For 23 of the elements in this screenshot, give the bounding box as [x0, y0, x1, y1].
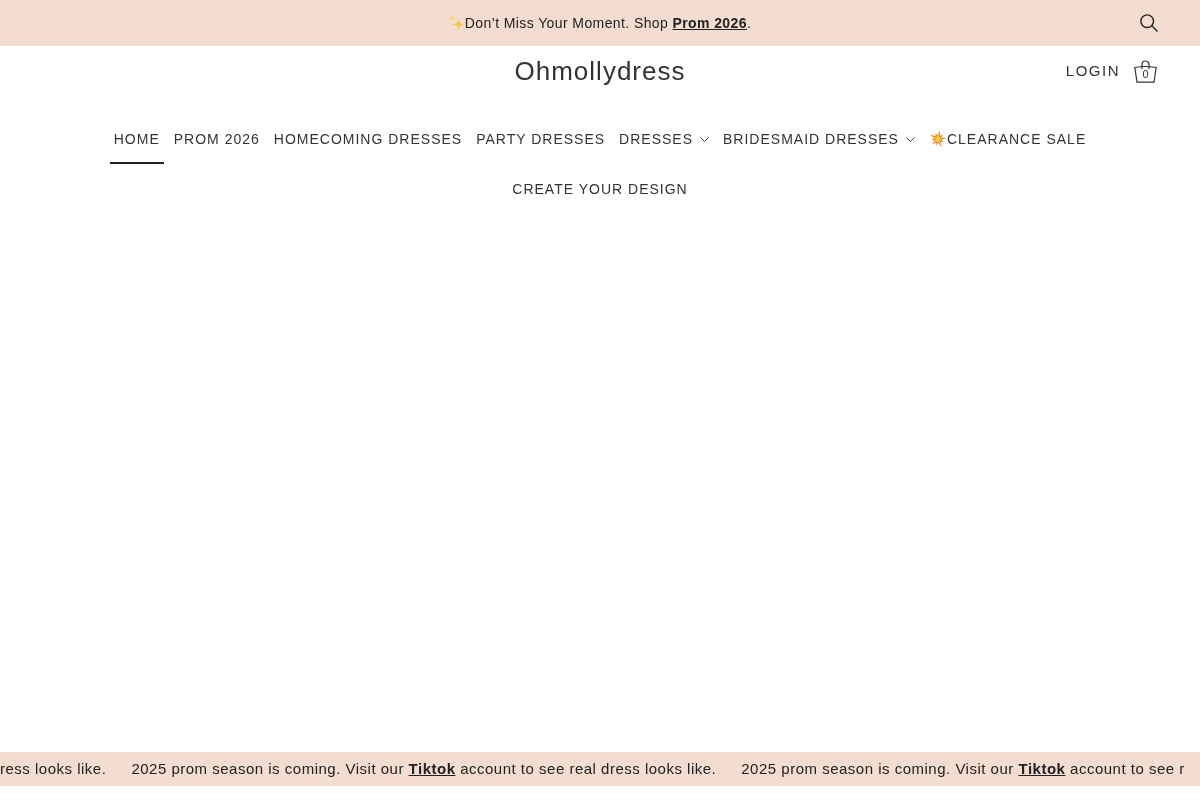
nav-link[interactable]: HOMECOMING DRESSES	[269, 114, 467, 164]
promo-message: ress looks like.	[0, 758, 107, 779]
nav-link[interactable]: BRIDESMAID DRESSES	[719, 114, 919, 164]
tiktok-link[interactable]: Tiktok	[408, 759, 456, 777]
login-link[interactable]: LOGIN	[1065, 59, 1120, 83]
sparkle-icon	[448, 15, 465, 31]
nav-link[interactable]: PARTY DRESSES	[472, 114, 610, 164]
site-logo[interactable]: Ohmollydress	[514, 51, 686, 91]
chevron-down-icon	[700, 136, 709, 142]
nav-link[interactable]: CREATE YOUR DESIGN	[508, 164, 692, 214]
nav-link[interactable]: HOME	[109, 114, 164, 164]
promo-message: 2025 prom season is coming. Visit our Tiktok account to see real dress looks like.	[131, 758, 717, 779]
burst-icon	[928, 130, 947, 148]
nav-link[interactable]: DRESSES	[615, 114, 713, 164]
prom-link[interactable]: Prom 2026	[672, 14, 747, 31]
search-button[interactable]	[1140, 14, 1158, 32]
nav-link[interactable]: CLEARANCE SALE	[924, 114, 1091, 164]
tiktok-link[interactable]: Tiktok	[1018, 759, 1066, 777]
promo-message: 2025 prom season is coming. Visit our Tiktok account to see r	[741, 758, 1185, 779]
announcement-text: Don’t Miss Your Moment. Shop Prom 2026.	[464, 13, 752, 33]
chevron-down-icon	[905, 136, 915, 142]
nav-link[interactable]: PROM 2026	[169, 114, 264, 164]
search-icon	[1140, 14, 1158, 32]
